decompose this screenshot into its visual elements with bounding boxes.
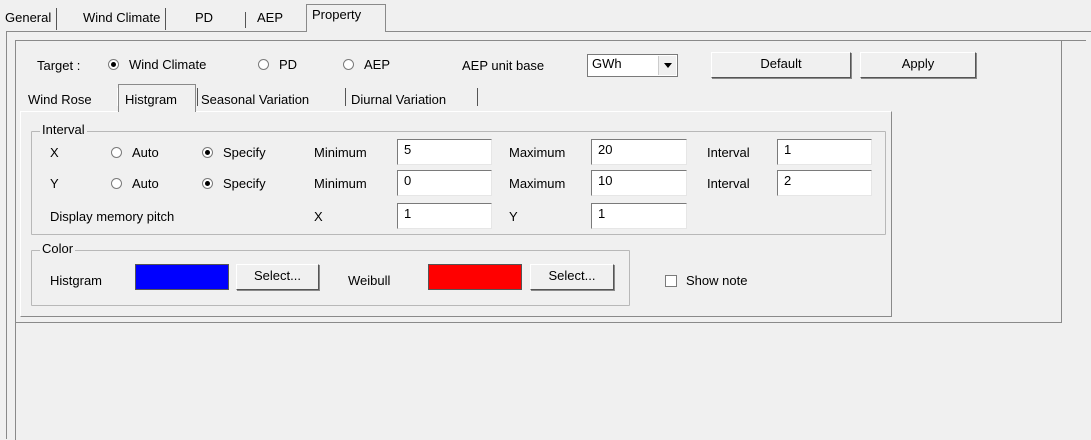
x-specify-radio[interactable]: Specify: [202, 145, 266, 160]
target-radio-aep[interactable]: AEP: [343, 57, 390, 72]
color-group-title: Color: [40, 241, 76, 256]
radio-label: Auto: [132, 176, 159, 191]
display-memory-pitch-label: Display memory pitch: [50, 209, 175, 224]
pitch-y-field[interactable]: 1: [591, 203, 687, 229]
y-auto-radio[interactable]: Auto: [111, 176, 159, 191]
histgram-select-button[interactable]: Select...: [236, 264, 319, 290]
tab-divider: [477, 88, 478, 106]
radio-label: Auto: [132, 145, 159, 160]
aep-unit-label: AEP unit base: [462, 58, 545, 73]
y-minimum-field[interactable]: 0: [397, 170, 492, 196]
default-button[interactable]: Default: [711, 52, 851, 78]
x-axis-label: X: [50, 145, 59, 160]
radio-indicator: [202, 178, 213, 189]
histgram-color-label: Histgram: [50, 273, 103, 288]
radio-indicator: [202, 147, 213, 158]
settings-area-bottom: [16, 322, 1062, 323]
target-radio-pd[interactable]: PD: [258, 57, 297, 72]
y-axis-label: Y: [50, 176, 59, 191]
settings-area-right: [1061, 41, 1062, 323]
y-maximum-label: Maximum: [509, 176, 566, 191]
pitch-y-label: Y: [509, 209, 518, 224]
x-maximum-label: Maximum: [509, 145, 566, 160]
x-minimum-field[interactable]: 5: [397, 139, 492, 165]
tab-divider: [345, 88, 346, 106]
pitch-x-label: X: [314, 209, 323, 224]
chevron-down-icon[interactable]: [658, 56, 676, 75]
tab-general[interactable]: General: [0, 8, 58, 30]
y-maximum-field[interactable]: 10: [591, 170, 687, 196]
tab-diurnal-variation[interactable]: Diurnal Variation: [351, 92, 446, 107]
x-auto-radio[interactable]: Auto: [111, 145, 159, 160]
tab-wind-rose[interactable]: Wind Rose: [28, 92, 92, 107]
target-label: Target :: [37, 58, 81, 73]
y-minimum-label: Minimum: [314, 176, 367, 191]
radio-label: Specify: [223, 145, 266, 160]
show-note-label[interactable]: Show note: [686, 273, 747, 288]
tab-divider: [197, 88, 198, 106]
histgram-color-swatch: [135, 264, 229, 290]
y-specify-radio[interactable]: Specify: [202, 176, 266, 191]
aep-unit-select[interactable]: GWh: [587, 54, 678, 77]
tab-wind-climate[interactable]: Wind Climate: [78, 8, 167, 30]
aep-unit-value: GWh: [592, 56, 622, 71]
y-interval-field[interactable]: 2: [777, 170, 872, 196]
weibull-color-swatch: [428, 264, 522, 290]
apply-button[interactable]: Apply: [860, 52, 976, 78]
radio-indicator: [343, 59, 354, 70]
interval-group-title: Interval: [40, 122, 87, 137]
target-radio-wind-climate[interactable]: Wind Climate: [108, 57, 206, 72]
radio-indicator: [111, 147, 122, 158]
x-interval-field[interactable]: 1: [777, 139, 872, 165]
radio-indicator: [111, 178, 122, 189]
radio-indicator: [108, 59, 119, 70]
y-interval-label: Interval: [707, 176, 750, 191]
radio-indicator: [258, 59, 269, 70]
weibull-select-button[interactable]: Select...: [530, 264, 614, 290]
radio-label: AEP: [364, 57, 391, 72]
show-note-checkbox[interactable]: [665, 275, 677, 287]
tab-property[interactable]: Property: [306, 4, 386, 32]
radio-label: Wind Climate: [129, 57, 207, 72]
pitch-x-field[interactable]: 1: [397, 203, 492, 229]
tab-pd[interactable]: PD: [190, 8, 218, 30]
tab-divider: [245, 12, 246, 28]
radio-label: Specify: [223, 176, 266, 191]
tab-histgram-label: Histgram: [125, 92, 178, 107]
tab-seasonal-variation[interactable]: Seasonal Variation: [201, 92, 309, 107]
x-maximum-field[interactable]: 20: [591, 139, 687, 165]
weibull-color-label: Weibull: [348, 273, 391, 288]
x-interval-label: Interval: [707, 145, 750, 160]
x-minimum-label: Minimum: [314, 145, 367, 160]
tab-histgram-active[interactable]: Histgram: [118, 84, 196, 112]
radio-label: PD: [279, 57, 298, 72]
tab-aep[interactable]: AEP: [252, 8, 288, 30]
